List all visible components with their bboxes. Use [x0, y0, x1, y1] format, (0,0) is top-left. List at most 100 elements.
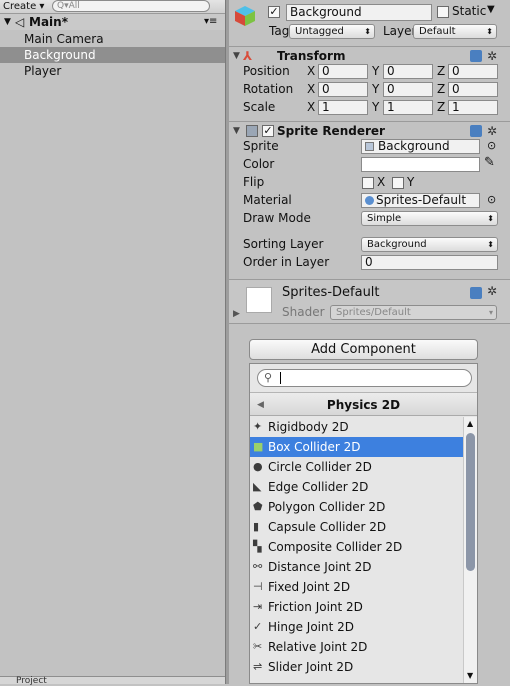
hierarchy-item-player[interactable]: Player: [0, 63, 225, 79]
component-search-input[interactable]: ⚲: [257, 369, 472, 387]
tag-dropdown[interactable]: Untagged ⬍: [289, 24, 375, 39]
rotation-y-field[interactable]: 0: [383, 82, 433, 97]
scene-row[interactable]: ▼ ◁ Main* ▾≡: [0, 14, 225, 30]
scene-menu-icon[interactable]: ▾≡: [204, 14, 217, 30]
rotation-z-field[interactable]: 0: [448, 82, 498, 97]
flip-label: Flip: [243, 175, 265, 189]
dropdown-arrow-icon: ⬍: [364, 27, 371, 36]
object-picker-icon[interactable]: ⊙: [487, 139, 496, 152]
component-list-item[interactable]: ✂ Relative Joint 2D: [250, 637, 463, 657]
transform-header[interactable]: ▼ ⅄ Transform ✲: [229, 46, 510, 65]
gameobject-cube-icon: [233, 4, 257, 28]
component-list-item-label: Rigidbody 2D: [268, 420, 349, 434]
component-list-item[interactable]: ⇌ Slider Joint 2D: [250, 657, 463, 677]
component-list-item-label: Hinge Joint 2D: [268, 620, 354, 634]
component-list-item[interactable]: ■ Box Collider 2D: [250, 437, 463, 457]
dropdown-arrow-icon: ⬍: [487, 214, 494, 223]
component-list-item[interactable]: ● Circle Collider 2D: [250, 457, 463, 477]
scroll-thumb[interactable]: [466, 433, 475, 571]
add-component-popup: ⚲ ◀ Physics 2D ✦ Rigidbody 2D ■ Box Collide…: [249, 363, 478, 684]
scale-z-field[interactable]: 1: [448, 100, 498, 115]
rotation-x-field[interactable]: 0: [318, 82, 368, 97]
component-list-item-label: Distance Joint 2D: [268, 560, 372, 574]
active-checkbox[interactable]: ✓: [268, 6, 280, 18]
scroll-up-icon[interactable]: ▲: [467, 419, 473, 428]
slider-joint-icon: ⇌: [253, 660, 263, 673]
distance-joint-icon: ⚯: [253, 560, 263, 573]
component-list-item-label: Box Collider 2D: [268, 440, 361, 454]
help-icon[interactable]: [470, 287, 482, 299]
scale-y-field[interactable]: 1: [383, 100, 433, 115]
scene-foldout-icon[interactable]: ▼: [4, 14, 11, 30]
component-list-item[interactable]: ⊣ Fixed Joint 2D: [250, 577, 463, 597]
inspector-panel: ✓ Background Static ▼ Tag Untagged ⬍ Laye…: [229, 0, 510, 684]
flip-y-checkbox[interactable]: [392, 177, 404, 189]
sprite-renderer-enabled-checkbox[interactable]: ✓: [262, 125, 274, 137]
position-x-field[interactable]: 0: [318, 64, 368, 79]
hierarchy-item-main-camera[interactable]: Main Camera: [0, 31, 225, 47]
static-dropdown-icon[interactable]: ▼: [487, 4, 495, 15]
scroll-down-icon[interactable]: ▼: [467, 671, 473, 680]
gear-icon[interactable]: ✲: [487, 47, 497, 65]
shader-dropdown[interactable]: Sprites/Default ▾: [330, 305, 497, 320]
static-label: Static: [452, 4, 487, 18]
sprite-field[interactable]: Background: [361, 139, 480, 154]
component-list-item-label: Circle Collider 2D: [268, 460, 372, 474]
draw-mode-dropdown[interactable]: Simple ⬍: [361, 211, 498, 226]
sorting-layer-dropdown[interactable]: Background ⬍: [361, 237, 498, 252]
static-checkbox[interactable]: [437, 6, 449, 18]
add-component-button[interactable]: Add Component: [249, 339, 478, 360]
relative-joint-icon: ✂: [253, 640, 263, 653]
position-y-field[interactable]: 0: [383, 64, 433, 79]
composite-collider-icon: ▚: [253, 540, 262, 553]
create-button[interactable]: Create ▾: [3, 0, 44, 13]
edge-collider-icon: ◣: [253, 480, 262, 493]
tag-label: Tag: [269, 24, 290, 38]
foldout-icon[interactable]: ▼: [233, 122, 240, 140]
gear-icon[interactable]: ✲: [487, 284, 497, 298]
component-list-item[interactable]: ◣ Edge Collider 2D: [250, 477, 463, 497]
object-name-field[interactable]: Background: [286, 4, 432, 21]
component-list-item[interactable]: ⚯ Distance Joint 2D: [250, 557, 463, 577]
component-list-item[interactable]: ⬟ Polygon Collider 2D: [250, 497, 463, 517]
color-swatch[interactable]: [361, 157, 480, 172]
foldout-icon[interactable]: ▶: [233, 309, 240, 319]
component-list-scrollbar[interactable]: ▲ ▼: [463, 417, 477, 683]
component-list-item[interactable]: ✦ Rigidbody 2D: [250, 417, 463, 437]
position-z-field[interactable]: 0: [448, 64, 498, 79]
transform-title: Transform: [277, 49, 346, 63]
layer-dropdown[interactable]: Default ⬍: [413, 24, 497, 39]
layer-label: Layer: [383, 24, 417, 38]
help-icon[interactable]: [470, 50, 482, 62]
y-label: Y: [372, 64, 380, 78]
component-list-item[interactable]: ⇥ Friction Joint 2D: [250, 597, 463, 617]
scale-label: Scale: [243, 100, 276, 114]
gear-icon[interactable]: ✲: [487, 122, 497, 140]
rigidbody-icon: ✦: [253, 420, 263, 433]
sprite-renderer-header[interactable]: ▼ ✓ Sprite Renderer ✲: [229, 121, 510, 140]
scale-x-field[interactable]: 1: [318, 100, 368, 115]
dropdown-arrow-icon: ⬍: [487, 240, 494, 249]
x-label: X: [307, 64, 316, 78]
back-arrow-icon[interactable]: ◀: [257, 393, 264, 417]
project-tab[interactable]: Project: [0, 676, 225, 686]
z-label: Z: [437, 100, 446, 114]
hierarchy-item-background[interactable]: Background: [0, 47, 225, 63]
z-label: Z: [437, 64, 446, 78]
x-label: X: [307, 82, 316, 96]
component-list-item[interactable]: ▚ Composite Collider 2D: [250, 537, 463, 557]
transform-icon: ⅄: [243, 49, 253, 63]
foldout-icon[interactable]: ▼: [233, 47, 240, 65]
order-in-layer-field[interactable]: 0: [361, 255, 498, 270]
object-picker-icon[interactable]: ⊙: [487, 193, 496, 206]
component-list-item-label: Polygon Collider 2D: [268, 500, 386, 514]
component-list-item[interactable]: ▮ Capsule Collider 2D: [250, 517, 463, 537]
component-list-item-label: Slider Joint 2D: [268, 660, 354, 674]
eyedropper-icon[interactable]: ✎: [484, 155, 495, 170]
component-list-item[interactable]: ✓ Hinge Joint 2D: [250, 617, 463, 637]
hierarchy-search-input[interactable]: Q▾All: [52, 0, 210, 12]
sprite-label: Sprite: [243, 139, 279, 153]
help-icon[interactable]: [470, 125, 482, 137]
flip-x-checkbox[interactable]: [362, 177, 374, 189]
material-field[interactable]: Sprites-Default: [361, 193, 480, 208]
